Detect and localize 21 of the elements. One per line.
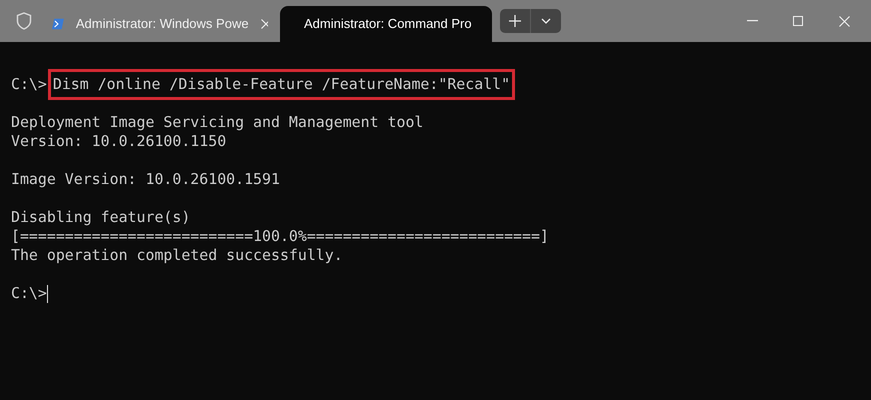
output-line: Deployment Image Servicing and Management tool xyxy=(11,113,424,132)
prompt: C:\> xyxy=(11,284,47,303)
close-icon[interactable] xyxy=(260,19,268,29)
minimize-icon xyxy=(746,20,758,22)
output-line: The operation completed successfully. xyxy=(11,246,343,265)
shield-icon[interactable] xyxy=(16,12,32,30)
prompt: C:\> xyxy=(11,75,47,94)
tab[interactable]: Administrator: Command Pro xyxy=(280,6,492,42)
command-text: Dism /online /Disable-Feature /FeatureName:"Recall" xyxy=(48,69,516,100)
output-line: Disabling feature(s) xyxy=(11,208,190,227)
output-line: [==========================100.0%==========================] xyxy=(11,227,549,246)
tab-title: Administrator: Windows Powe xyxy=(76,15,249,34)
maximize-icon xyxy=(793,16,803,26)
tab-title: Administrator: Command Pro xyxy=(304,15,472,34)
chevron-down-icon xyxy=(541,18,551,24)
output-line: Version: 10.0.26100.1150 xyxy=(11,132,226,151)
plus-icon xyxy=(509,15,521,27)
powershell-icon xyxy=(52,17,64,31)
tab[interactable]: Administrator: Windows Powe xyxy=(40,6,280,42)
close-icon xyxy=(838,16,850,26)
output-line: Image Version: 10.0.26100.1591 xyxy=(11,170,280,189)
